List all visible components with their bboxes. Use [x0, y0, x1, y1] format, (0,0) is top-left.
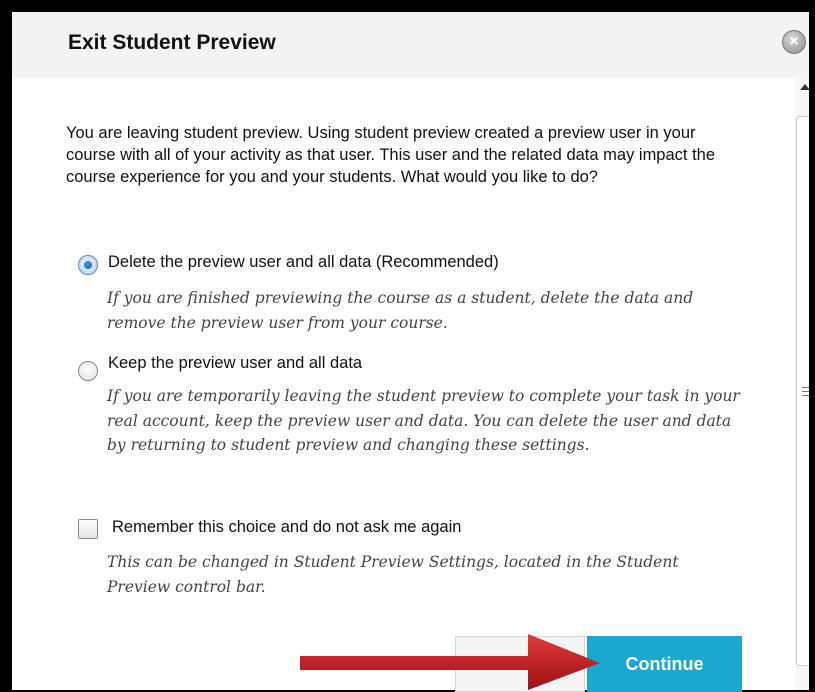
option-delete-description: If you are finished previewing the cours… — [107, 289, 694, 332]
close-icon[interactable]: × — [782, 30, 806, 54]
red-arrow-annotation — [300, 634, 600, 690]
dialog-title: Exit Student Preview — [68, 31, 276, 54]
scroll-grip-line — [802, 395, 809, 396]
option-keep-description: If you are temporarily leaving the stude… — [107, 387, 740, 454]
scroll-grip-line — [802, 391, 809, 392]
remember-choice-label: Remember this choice and do not ask me a… — [112, 518, 462, 536]
remember-choice-description: This can be changed in Student Preview S… — [107, 553, 679, 596]
scroll-grip-line — [802, 387, 809, 388]
intro-text: You are leaving student preview. Using s… — [66, 124, 716, 186]
radio-delete-preview-user[interactable] — [78, 255, 98, 275]
radio-keep-preview-user[interactable] — [78, 361, 98, 381]
remember-choice-checkbox[interactable] — [78, 519, 98, 539]
continue-button-label: Continue — [625, 653, 704, 674]
scroll-up-arrow-icon[interactable] — [800, 84, 810, 90]
option-keep-label: Keep the preview user and all data — [108, 354, 363, 372]
arrow-shape — [300, 634, 600, 690]
option-delete-label: Delete the preview user and all data (Re… — [108, 253, 499, 271]
